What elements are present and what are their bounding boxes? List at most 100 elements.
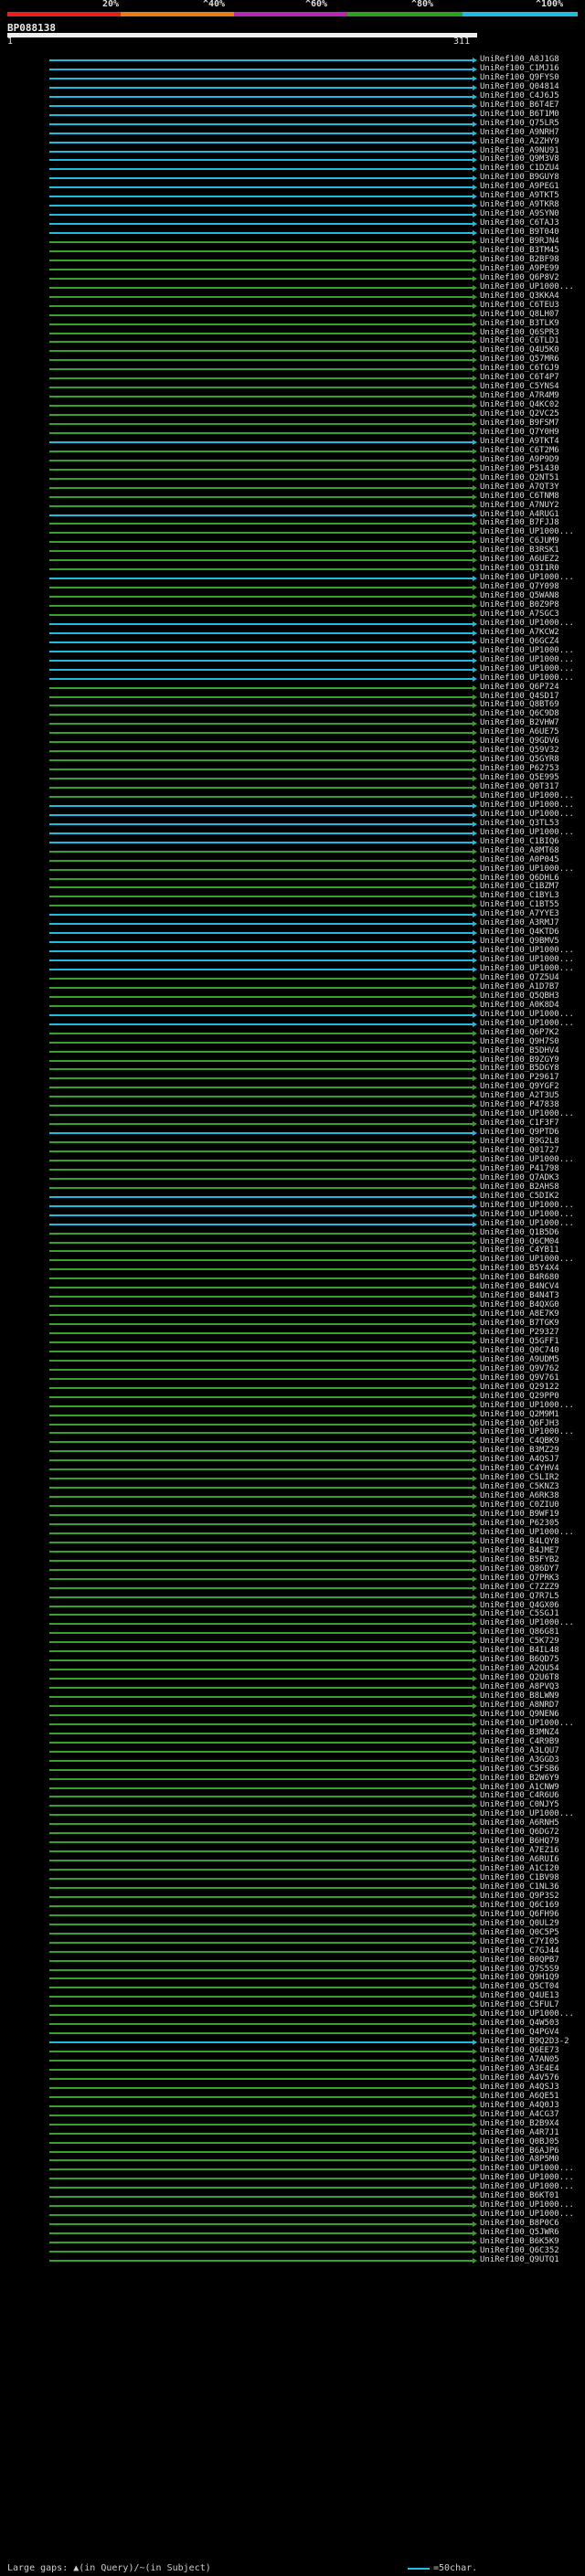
hit-id[interactable]: UniRef100_A8P5M0 [480, 2156, 559, 2164]
hit-id[interactable]: UniRef100_Q7ADK3 [480, 1173, 559, 1182]
hit-id[interactable]: UniRef100_B4N4T3 [480, 1292, 559, 1300]
hit-id[interactable]: UniRef100_A0P045 [480, 855, 559, 864]
hit-id[interactable]: UniRef100_C1BIQ6 [480, 837, 559, 846]
hit-id[interactable]: UniRef100_A3E4E4 [480, 2064, 559, 2073]
hit-id[interactable]: UniRef100_Q4UE13 [480, 1992, 559, 2000]
hit-id[interactable]: UniRef100_Q5GFF1 [480, 1337, 559, 1346]
hit-id[interactable]: UniRef100_B9ZGY9 [480, 1055, 559, 1065]
hit-id[interactable]: UniRef100_UP1000... [480, 528, 574, 536]
hit-id[interactable]: UniRef100_Q86DY7 [480, 1564, 559, 1574]
hit-id[interactable]: UniRef100_A9TKT4 [480, 437, 559, 446]
hit-id[interactable]: UniRef100_Q5JWR6 [480, 2229, 559, 2237]
hit-id[interactable]: UniRef100_B6KT01 [480, 2192, 559, 2200]
hit-id[interactable]: UniRef100_Q6CM04 [480, 1237, 559, 1246]
hit-id[interactable]: UniRef100_Q2U6T8 [480, 1674, 559, 1682]
hit-id[interactable]: UniRef100_B5DHV4 [480, 1046, 559, 1055]
hit-id[interactable]: UniRef100_C5K729 [480, 1638, 559, 1646]
hit-id[interactable]: UniRef100_UP1000... [480, 1810, 574, 1818]
hit-id[interactable]: UniRef100_B9Q2D3-2 [480, 2038, 569, 2046]
hit-id[interactable]: UniRef100_Q01727 [480, 1147, 559, 1155]
hit-id[interactable]: UniRef100_Q8LH07 [480, 310, 559, 319]
hit-id[interactable]: UniRef100_Q6FJH3 [480, 1419, 559, 1428]
hit-id[interactable]: UniRef100_B5DGY8 [480, 1065, 559, 1073]
hit-id[interactable]: UniRef100_UP1000... [480, 2010, 574, 2019]
hit-id[interactable]: UniRef100_Q7Y0H9 [480, 428, 559, 437]
hit-id[interactable]: UniRef100_Q7PRK3 [480, 1574, 559, 1583]
hit-id[interactable]: UniRef100_B6AJP6 [480, 2147, 559, 2156]
hit-id[interactable]: UniRef100_B0Z9P8 [480, 601, 559, 610]
hit-id[interactable]: UniRef100_UP1000... [480, 791, 574, 800]
hit-id[interactable]: UniRef100_B6T4E7 [480, 101, 559, 110]
hit-id[interactable]: UniRef100_C1BV98 [480, 1874, 559, 1882]
hit-id[interactable]: UniRef100_Q6C352 [480, 2246, 559, 2255]
hit-id[interactable]: UniRef100_Q4KTD6 [480, 928, 559, 937]
hit-id[interactable]: UniRef100_Q9V762 [480, 1364, 559, 1373]
hit-id[interactable]: UniRef100_C0NJY5 [480, 1801, 559, 1809]
hit-id[interactable]: UniRef100_A7QT3Y [480, 482, 559, 492]
hit-id[interactable]: UniRef100_B4NCV4 [480, 1283, 559, 1291]
hit-id[interactable]: UniRef100_C4R9B9 [480, 1737, 559, 1746]
hit-id[interactable]: UniRef100_A2ZHY9 [480, 137, 559, 146]
hit-id[interactable]: UniRef100_A1D7B7 [480, 982, 559, 991]
hit-id[interactable]: UniRef100_A6UE75 [480, 728, 559, 737]
hit-id[interactable]: UniRef100_Q4U5K0 [480, 346, 559, 355]
hit-id[interactable]: UniRef100_B7TGK9 [480, 1320, 559, 1328]
hit-id[interactable]: UniRef100_Q7Z5U4 [480, 973, 559, 982]
hit-id[interactable]: UniRef100_A7NUY2 [480, 501, 559, 510]
hit-id[interactable]: UniRef100_C1BYL3 [480, 892, 559, 900]
hit-id[interactable]: UniRef100_Q9GDV6 [480, 737, 559, 746]
hit-id[interactable]: UniRef100_A3GGD3 [480, 1755, 559, 1765]
hit-id[interactable]: UniRef100_UP1000... [480, 1155, 574, 1164]
hit-id[interactable]: UniRef100_A8J1G8 [480, 56, 559, 64]
hit-id[interactable]: UniRef100_A6RUI6 [480, 1856, 559, 1864]
hit-id[interactable]: UniRef100_B6QD75 [480, 1656, 559, 1664]
hit-id[interactable]: UniRef100_Q0C740 [480, 1346, 559, 1355]
hit-id[interactable]: UniRef100_Q75LR5 [480, 119, 559, 128]
hit-id[interactable]: UniRef100_C1NL36 [480, 1882, 559, 1892]
hit-id[interactable]: UniRef100_UP1000... [480, 956, 574, 964]
hit-id[interactable]: UniRef100_UP1000... [480, 1110, 574, 1118]
hit-id[interactable]: UniRef100_C7GJ44 [480, 1946, 559, 1956]
hit-id[interactable]: UniRef100_P41798 [480, 1164, 559, 1173]
hit-id[interactable]: UniRef100_C5FUL7 [480, 2001, 559, 2009]
hit-id[interactable]: UniRef100_UP1000... [480, 1719, 574, 1728]
hit-id[interactable]: UniRef100_Q4GX06 [480, 1601, 559, 1610]
hit-id[interactable]: UniRef100_C5KNZ3 [480, 1483, 559, 1491]
hit-id[interactable]: UniRef100_Q57MR6 [480, 355, 559, 364]
hit-id[interactable]: UniRef100_Q4PGV4 [480, 2029, 559, 2037]
hit-id[interactable]: UniRef100_A8PVQ3 [480, 1683, 559, 1691]
hit-id[interactable]: UniRef100_B9WF19 [480, 1511, 559, 1519]
hit-id[interactable]: UniRef100_A4QSJ7 [480, 1456, 559, 1464]
hit-id[interactable]: UniRef100_Q9H1Q9 [480, 1974, 559, 1982]
hit-id[interactable]: UniRef100_Q04814 [480, 82, 559, 91]
hit-id[interactable]: UniRef100_B4LQY8 [480, 1537, 559, 1546]
hit-id[interactable]: UniRef100_Q4W503 [480, 2019, 559, 2028]
hit-id[interactable]: UniRef100_Q4KC02 [480, 401, 559, 409]
hit-id[interactable]: UniRef100_C4J6J5 [480, 91, 559, 101]
hit-id[interactable]: UniRef100_Q0UL29 [480, 1919, 559, 1928]
hit-id[interactable]: UniRef100_B0QPB7 [480, 1956, 559, 1965]
hit-id[interactable]: UniRef100_Q7R7L5 [480, 1592, 559, 1601]
hit-id[interactable]: UniRef100_C6TLD1 [480, 337, 559, 345]
hit-id[interactable]: UniRef100_C5FSB6 [480, 1765, 559, 1774]
hit-id[interactable]: UniRef100_UP1000... [480, 1019, 574, 1028]
hit-id[interactable]: UniRef100_A9TKT5 [480, 192, 559, 200]
hit-id[interactable]: UniRef100_Q9YGF2 [480, 1083, 559, 1091]
hit-id[interactable]: UniRef100_P62305 [480, 1519, 559, 1528]
hit-id[interactable]: UniRef100_B3MNZ4 [480, 1728, 559, 1737]
hit-id[interactable]: UniRef100_Q29122 [480, 1383, 559, 1392]
hit-id[interactable]: UniRef100_UP1000... [480, 864, 574, 874]
hit-id[interactable]: UniRef100_A6RNH5 [480, 1819, 559, 1828]
hit-id[interactable]: UniRef100_Q9FYS0 [480, 73, 559, 82]
hit-id[interactable]: UniRef100_Q5E995 [480, 774, 559, 782]
hit-id[interactable]: UniRef100_A3LQU7 [480, 1746, 559, 1755]
hit-id[interactable]: UniRef100_Q3TL53 [480, 819, 559, 828]
hit-id[interactable]: UniRef100_C1BT55 [480, 901, 559, 909]
hit-id[interactable]: UniRef100_Q6DHL6 [480, 874, 559, 883]
hit-id[interactable]: UniRef100_C1MJ16 [480, 64, 559, 73]
hit-id[interactable]: UniRef100_B6HQ79 [480, 1838, 559, 1846]
hit-id[interactable]: UniRef100_B9FSM7 [480, 419, 559, 428]
hit-id[interactable]: UniRef100_A7AN05 [480, 2056, 559, 2064]
hit-id[interactable]: UniRef100_B2BF98 [480, 255, 559, 264]
hit-id[interactable]: UniRef100_Q9P3S2 [480, 1892, 559, 1901]
